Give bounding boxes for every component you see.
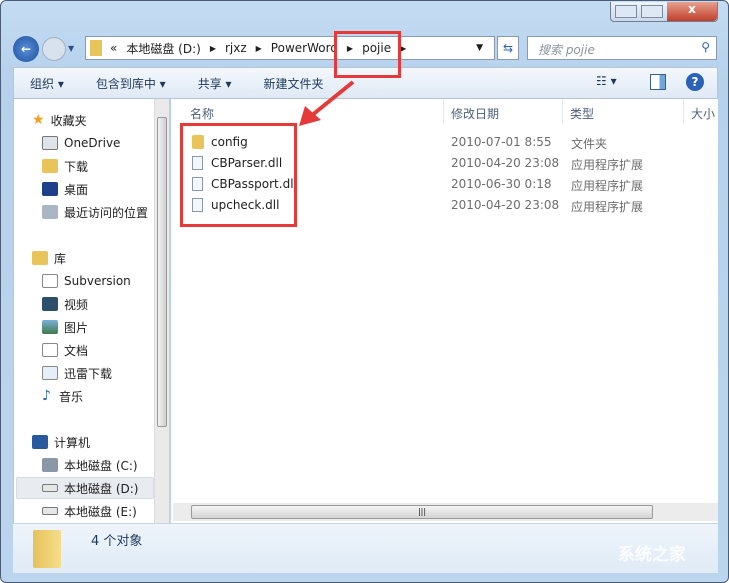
nav-xunlei-downloads[interactable]: 迅雷下载 [42, 363, 112, 383]
scrollbar-thumb[interactable]: ||| [191, 505, 653, 519]
nav-documents[interactable]: 文档 [42, 340, 88, 360]
watermark-logo: 系统之家 [618, 545, 686, 565]
nav-onedrive[interactable]: OneDrive [42, 133, 120, 153]
drive-icon [42, 507, 58, 515]
highlight-box-files [180, 123, 297, 227]
address-dropdown[interactable]: ▼ [476, 43, 483, 53]
nav-favorites[interactable]: ★ 收藏夹 [32, 110, 87, 130]
video-icon [42, 297, 58, 311]
computer-icon [32, 435, 48, 449]
details-pane: 4 个对象 系统之家 [13, 523, 718, 573]
recent-pages-dropdown[interactable]: ▼ [68, 44, 74, 53]
close-button[interactable]: x [667, 2, 717, 21]
nav-drive-d[interactable]: 本地磁盘 (D:) [42, 478, 138, 498]
drive-icon [42, 484, 58, 492]
column-header-type[interactable]: 类型 [570, 105, 594, 122]
minimize-button[interactable] [615, 5, 637, 18]
chevron-right-icon[interactable]: ▶ [400, 44, 406, 53]
share-button[interactable]: 共享 ▾ [198, 75, 232, 92]
documents-icon [42, 343, 58, 357]
back-button[interactable]: ← [13, 36, 39, 62]
highlight-box-address [334, 31, 401, 78]
nav-subversion[interactable]: Subversion [42, 271, 131, 291]
recent-places-icon [42, 205, 58, 219]
search-icon: ⚲ [701, 40, 710, 54]
downloads-folder-icon [42, 159, 58, 173]
horizontal-scrollbar[interactable]: ||| [173, 503, 718, 521]
search-input[interactable]: 搜索 pojie ⚲ [527, 36, 717, 60]
breadcrumb-powerword[interactable]: PowerWord [271, 41, 338, 55]
picture-icon [42, 320, 58, 334]
document-library-icon [42, 274, 58, 288]
include-in-library-button[interactable]: 包含到库中 ▾ [96, 75, 166, 92]
explorer-window: x ← ▼ « 本地磁盘 (D:) ▶ rjxz ▶ PowerWord ▶ poji… [0, 0, 729, 583]
caption-buttons: x [610, 2, 718, 22]
view-options-icon[interactable]: ☷ ▾ [596, 74, 617, 88]
nav-drive-c[interactable]: 本地磁盘 (C:) [42, 455, 138, 475]
nav-pictures[interactable]: 图片 [42, 317, 88, 337]
nav-music[interactable]: ♪ 音乐 [42, 386, 83, 406]
breadcrumb-rjxz[interactable]: rjxz [225, 41, 247, 55]
preview-pane-button[interactable] [650, 74, 666, 90]
library-folder-icon [42, 366, 58, 380]
item-count: 4 个对象 [91, 534, 143, 549]
star-icon: ★ [32, 112, 45, 128]
address-bar[interactable]: « 本地磁盘 (D:) ▶ rjxz ▶ PowerWord ▶ pojie ▶ ▼ [85, 36, 495, 60]
refresh-button[interactable]: ⇆ [497, 36, 519, 60]
nav-computer[interactable]: 计算机 [32, 432, 90, 452]
help-icon[interactable]: ? [686, 73, 704, 91]
library-icon [32, 251, 48, 265]
nav-recent-places[interactable]: 最近访问的位置 [42, 202, 148, 222]
nav-scrollbar[interactable] [154, 99, 169, 523]
arrow-annotation [299, 80, 355, 126]
nav-libraries[interactable]: 库 [32, 248, 66, 268]
breadcrumb-overflow[interactable]: « [110, 41, 117, 55]
forward-button[interactable] [42, 37, 66, 61]
column-header-size[interactable]: 大小 [691, 105, 715, 122]
onedrive-icon [42, 136, 58, 150]
chevron-right-icon[interactable]: ▶ [210, 44, 216, 53]
organize-button[interactable]: 组织 ▾ [30, 75, 64, 92]
scrollbar-thumb[interactable] [157, 117, 167, 427]
breadcrumb-d-drive[interactable]: 本地磁盘 (D:) [126, 40, 200, 57]
column-header-date[interactable]: 修改日期 [451, 105, 499, 122]
chevron-right-icon[interactable]: ▶ [256, 44, 262, 53]
nav-drive-e[interactable]: 本地磁盘 (E:) [42, 501, 137, 521]
column-header-name[interactable]: 名称 [190, 105, 214, 122]
navigation-pane: ★ 收藏夹 OneDrive 下载 桌面 最近访问的位置 库 Subversion… [13, 99, 169, 523]
nav-desktop[interactable]: 桌面 [42, 179, 88, 199]
folder-icon [90, 40, 102, 56]
maximize-button[interactable] [641, 5, 663, 18]
nav-videos[interactable]: 视频 [42, 294, 88, 314]
system-drive-icon [42, 458, 58, 472]
nav-downloads[interactable]: 下载 [42, 156, 88, 176]
folder-icon [33, 530, 61, 568]
desktop-icon [42, 182, 58, 196]
music-icon: ♪ [42, 388, 51, 404]
